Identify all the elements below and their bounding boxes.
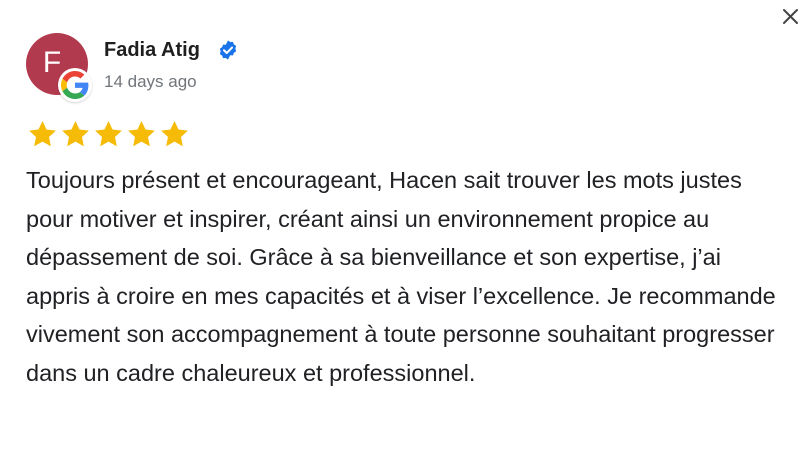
google-g-icon bbox=[58, 68, 92, 102]
star-icon bbox=[128, 121, 155, 147]
verified-badge-icon bbox=[219, 40, 237, 60]
star-rating bbox=[26, 118, 191, 152]
review-card: F Fadia Atig 14 days ago Toujours présen… bbox=[0, 0, 799, 465]
review-date: 14 days ago bbox=[104, 72, 197, 91]
close-button[interactable] bbox=[782, 4, 799, 28]
star-icon bbox=[95, 121, 122, 147]
close-icon bbox=[783, 8, 798, 24]
star-icon bbox=[29, 121, 56, 147]
star-icon bbox=[161, 121, 188, 147]
reviewer-name[interactable]: Fadia Atig bbox=[104, 38, 200, 62]
star-icon bbox=[62, 121, 89, 147]
review-text: Toujours présent et encourageant, Hacen … bbox=[26, 167, 776, 386]
